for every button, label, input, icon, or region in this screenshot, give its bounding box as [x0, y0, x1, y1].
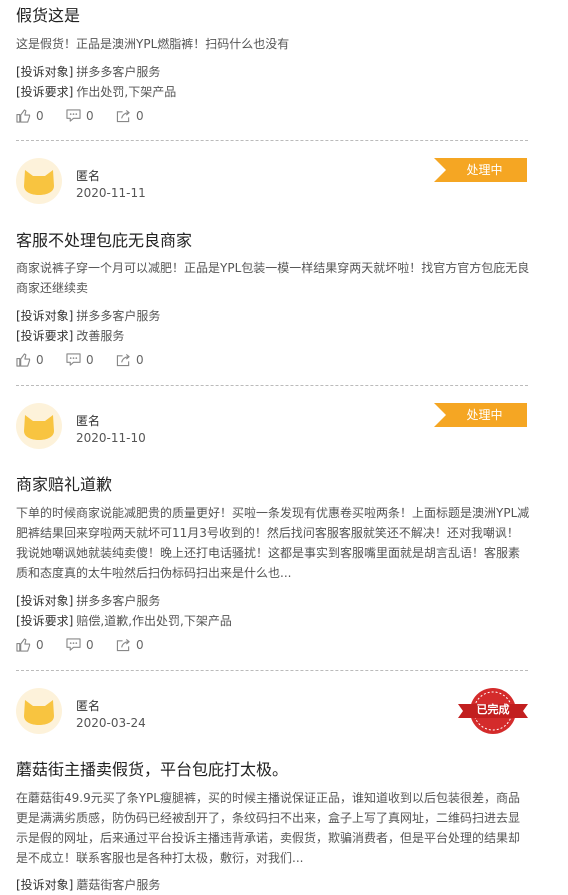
comment-button[interactable]: 0 [66, 353, 116, 367]
complaint-target-value: 拼多多客户服务 [76, 309, 161, 323]
user-name: 匿名 [76, 699, 101, 713]
post-date: 2020-11-10 [76, 431, 146, 445]
status-badge: 处理中 [434, 158, 527, 182]
comment-count: 0 [86, 109, 94, 123]
complaint-target: [投诉对象] 蘑菇街客户服务 [16, 876, 160, 893]
complaint-target-label: [投诉对象] [16, 594, 74, 608]
share-button[interactable]: 0 [116, 353, 166, 367]
post-body: 在蘑菇街49.9元买了条YPL瘦腿裤，买的时候主播说保证正品，谁知道收到以后包装… [16, 791, 521, 865]
share-count: 0 [136, 109, 144, 123]
share-icon [116, 638, 130, 652]
like-button[interactable]: 0 [16, 638, 66, 652]
avatar [16, 688, 62, 734]
like-button[interactable]: 0 [16, 353, 66, 367]
complaint-target-label: [投诉对象] [16, 878, 74, 892]
share-button[interactable]: 0 [116, 638, 166, 652]
thumbs-up-icon [16, 109, 31, 123]
status-badge: 处理中 [434, 403, 527, 427]
comment-count: 0 [86, 353, 94, 367]
complaint-demand-label: [投诉要求] [16, 329, 74, 343]
complaint-demand: [投诉要求] 改善服务 [16, 327, 124, 344]
post-actions: 0 0 0 [16, 638, 166, 652]
like-count: 0 [36, 109, 44, 123]
complaint-demand-value: 作出处罚,下架产品 [76, 85, 177, 99]
comment-button[interactable]: 0 [66, 109, 116, 123]
complaint-target-label: [投诉对象] [16, 309, 74, 323]
post-actions: 0 0 0 [16, 353, 166, 367]
status-text: 处理中 [466, 408, 503, 422]
post-actions: 0 0 0 [16, 109, 166, 123]
divider [16, 385, 528, 386]
divider [16, 670, 528, 671]
post-title[interactable]: 客服不处理包庇无良商家 [16, 227, 192, 251]
comment-icon [66, 353, 81, 366]
comment-count: 0 [86, 638, 94, 652]
user-name: 匿名 [76, 414, 101, 428]
post-title[interactable]: 商家赔礼道歉 [16, 471, 112, 495]
post-body: 商家说裤子穿一个月可以减肥！正品是YPL包装一模一样结果穿两天就坏啦！找官方官方… [16, 261, 530, 295]
complaint-target: [投诉对象] 拼多多客户服务 [16, 63, 160, 80]
complaint-target-value: 蘑菇街客户服务 [76, 878, 161, 892]
thumbs-up-icon [16, 638, 31, 652]
status-text: 已完成 [476, 703, 510, 716]
complaint-demand-value: 改善服务 [76, 329, 125, 343]
status-stamp: 已完成 [458, 686, 528, 736]
post-date: 2020-11-11 [76, 186, 146, 200]
share-count: 0 [136, 638, 144, 652]
status-text: 处理中 [466, 163, 503, 177]
share-icon [116, 353, 130, 367]
avatar [16, 158, 62, 204]
post-body: 这是假货！正品是澳洲YPL燃脂裤！扫码什么也没有 [16, 37, 290, 51]
cat-avatar-icon [24, 700, 54, 725]
post-date: 2020-03-24 [76, 716, 146, 730]
complaint-demand-label: [投诉要求] [16, 614, 74, 628]
complaint-target-label: [投诉对象] [16, 65, 74, 79]
complaint-target-value: 拼多多客户服务 [76, 594, 161, 608]
share-count: 0 [136, 353, 144, 367]
complaint-demand: [投诉要求] 赔偿,道歉,作出处罚,下架产品 [16, 612, 232, 629]
user-name: 匿名 [76, 169, 101, 183]
avatar [16, 403, 62, 449]
thumbs-up-icon [16, 353, 31, 367]
like-count: 0 [36, 638, 44, 652]
cat-avatar-icon [24, 415, 54, 440]
complaint-target: [投诉对象] 拼多多客户服务 [16, 307, 160, 324]
share-button[interactable]: 0 [116, 109, 166, 123]
complaint-demand-label: [投诉要求] [16, 85, 74, 99]
complaint-target: [投诉对象] 拼多多客户服务 [16, 592, 160, 609]
comment-icon [66, 109, 81, 122]
comment-icon [66, 638, 81, 651]
share-icon [116, 109, 130, 123]
comment-button[interactable]: 0 [66, 638, 116, 652]
complaint-target-value: 拼多多客户服务 [76, 65, 161, 79]
complaint-demand: [投诉要求] 作出处罚,下架产品 [16, 83, 176, 100]
divider [16, 140, 528, 141]
post-body: 下单的时候商家说能减肥贵的质量更好！买啦一条发现有优惠卷买啦两条！上面标题是澳洲… [16, 506, 530, 580]
cat-avatar-icon [24, 170, 54, 195]
post-title[interactable]: 蘑菇街主播卖假货，平台包庇打太极。 [16, 756, 288, 780]
post-title[interactable]: 假货这是 [16, 2, 80, 26]
like-count: 0 [36, 353, 44, 367]
complaint-demand-value: 赔偿,道歉,作出处罚,下架产品 [76, 614, 232, 628]
like-button[interactable]: 0 [16, 109, 66, 123]
